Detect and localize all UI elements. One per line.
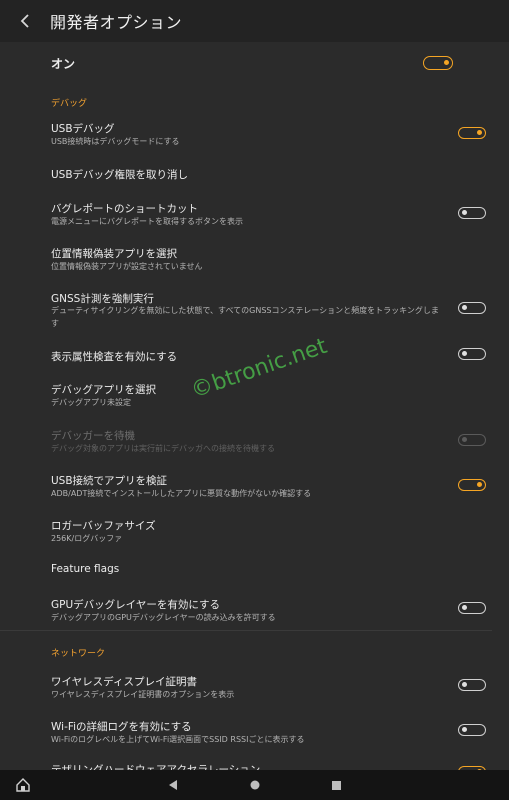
bugreport-shortcut-toggle[interactable] — [458, 207, 486, 219]
gnss-measurement-subtitle: デューティサイクリングを無効にした状態で、すべてのGNSSコンステレーションと頻… — [51, 306, 439, 328]
page-title: 開発者オプション — [50, 13, 183, 32]
nav-recents-button[interactable] — [321, 770, 351, 800]
gpu-debug-layers-title: GPUデバッグレイヤーを有効にする — [51, 599, 220, 611]
feature-flags-row[interactable]: Feature flags — [0, 561, 509, 581]
wait-debugger-row: デバッガーを待機 デバッグ対象のアプリは実行前にデバッガへの接続を待機する — [0, 426, 509, 460]
section-header-debug: デバッグ — [51, 99, 88, 109]
tethering-hw-accel-title: テザリングハードウェアアクセラレーション — [51, 764, 261, 770]
revoke-usb-debug-row[interactable]: USBデバッグ権限を取り消し — [0, 165, 509, 185]
debug-app-title: デバッグアプリを選択 — [51, 384, 156, 396]
tethering-hw-accel-row[interactable]: テザリングハードウェアアクセラレーション — [0, 760, 509, 770]
mock-location-app-subtitle: 位置情報偽装アプリが設定されていません — [51, 262, 203, 271]
wait-debugger-title: デバッガーを待機 — [51, 430, 135, 442]
debug-app-row[interactable]: デバッグアプリを選択 デバッグアプリ未設定 — [0, 380, 509, 414]
verify-apps-usb-subtitle: ADB/ADT接続でインストールしたアプリに悪質な動作がないか確認する — [51, 489, 312, 498]
master-switch-label: オン — [51, 57, 76, 71]
wait-debugger-toggle — [458, 434, 486, 446]
gnss-measurement-toggle[interactable] — [458, 302, 486, 314]
usb-debug-row[interactable]: USBデバッグ USB接続時はデバッグモードにする — [0, 119, 509, 153]
square-icon — [331, 780, 341, 790]
nav-home-button[interactable] — [240, 770, 270, 800]
wireless-display-cert-title: ワイヤレスディスプレイ証明書 — [51, 676, 197, 688]
wifi-verbose-logging-title: Wi-Fiの詳細ログを有効にする — [51, 721, 192, 733]
home-app-icon — [16, 778, 30, 792]
section-divider — [0, 630, 492, 631]
wireless-display-cert-subtitle: ワイヤレスディスプレイ証明書のオプションを表示 — [51, 690, 235, 699]
feature-flags-title: Feature flags — [51, 563, 120, 575]
wireless-display-cert-toggle[interactable] — [458, 679, 486, 691]
revoke-usb-debug-title: USBデバッグ権限を取り消し — [51, 169, 189, 181]
home-app-button[interactable] — [8, 770, 38, 800]
logger-buffer-row[interactable]: ロガーバッファサイズ 256K/ログバッファ — [0, 516, 509, 550]
view-attribute-toggle[interactable] — [458, 348, 486, 360]
gpu-debug-layers-toggle[interactable] — [458, 602, 486, 614]
logger-buffer-subtitle: 256K/ログバッファ — [51, 534, 123, 543]
verify-apps-usb-toggle[interactable] — [458, 479, 486, 491]
wifi-verbose-logging-row[interactable]: Wi-Fiの詳細ログを有効にする Wi-Fiのログレベルを上げてWi-Fi選択画… — [0, 717, 509, 751]
gpu-debug-layers-subtitle: デバッグアプリのGPUデバッグレイヤーの読み込みを許可する — [51, 613, 276, 622]
bugreport-shortcut-subtitle: 電源メニューにバグレポートを取得するボタンを表示 — [51, 217, 243, 226]
circle-icon — [250, 780, 260, 790]
app-bar: 開発者オプション — [0, 0, 509, 42]
navigation-bar — [0, 770, 509, 800]
view-attribute-title: 表示属性検査を有効にする — [51, 351, 178, 363]
debug-app-subtitle: デバッグアプリ未設定 — [51, 398, 131, 407]
usb-debug-subtitle: USB接続時はデバッグモードにする — [51, 137, 180, 146]
chevron-left-icon — [20, 14, 29, 28]
master-switch-row[interactable]: オン — [0, 42, 509, 82]
usb-debug-title: USBデバッグ — [51, 123, 115, 135]
mock-location-app-title: 位置情報偽装アプリを選択 — [51, 248, 177, 260]
nav-back-button[interactable] — [158, 770, 188, 800]
wait-debugger-subtitle: デバッグ対象のアプリは実行前にデバッガへの接続を待機する — [51, 444, 275, 453]
gpu-debug-layers-row[interactable]: GPUデバッグレイヤーを有効にする デバッグアプリのGPUデバッグレイヤーの読み… — [0, 595, 509, 629]
usb-debug-toggle[interactable] — [458, 127, 486, 139]
logger-buffer-title: ロガーバッファサイズ — [51, 520, 156, 532]
gnss-measurement-row[interactable]: GNSS計測を強制実行 デューティサイクリングを無効にした状態で、すべてのGNS… — [0, 289, 509, 333]
verify-apps-usb-row[interactable]: USB接続でアプリを検証 ADB/ADT接続でインストールしたアプリに悪質な動作… — [0, 471, 509, 505]
bugreport-shortcut-row[interactable]: バグレポートのショートカット 電源メニューにバグレポートを取得するボタンを表示 — [0, 199, 509, 233]
triangle-left-icon — [169, 780, 177, 790]
mock-location-app-row[interactable]: 位置情報偽装アプリを選択 位置情報偽装アプリが設定されていません — [0, 244, 509, 278]
section-header-network: ネットワーク — [51, 649, 106, 659]
wifi-verbose-logging-subtitle: Wi-Fiのログレベルを上げてWi-Fi選択画面でSSID RSSIごとに表示す… — [51, 735, 305, 744]
bugreport-shortcut-title: バグレポートのショートカット — [51, 203, 198, 215]
verify-apps-usb-title: USB接続でアプリを検証 — [51, 475, 168, 487]
wifi-verbose-logging-toggle[interactable] — [458, 724, 486, 736]
master-toggle[interactable] — [423, 56, 453, 70]
settings-list[interactable]: オン デバッグ USBデバッグ USB接続時はデバッグモードにする USBデバッ… — [0, 42, 509, 770]
wireless-display-cert-row[interactable]: ワイヤレスディスプレイ証明書 ワイヤレスディスプレイ証明書のオプションを表示 — [0, 672, 509, 706]
back-button[interactable] — [0, 0, 50, 42]
